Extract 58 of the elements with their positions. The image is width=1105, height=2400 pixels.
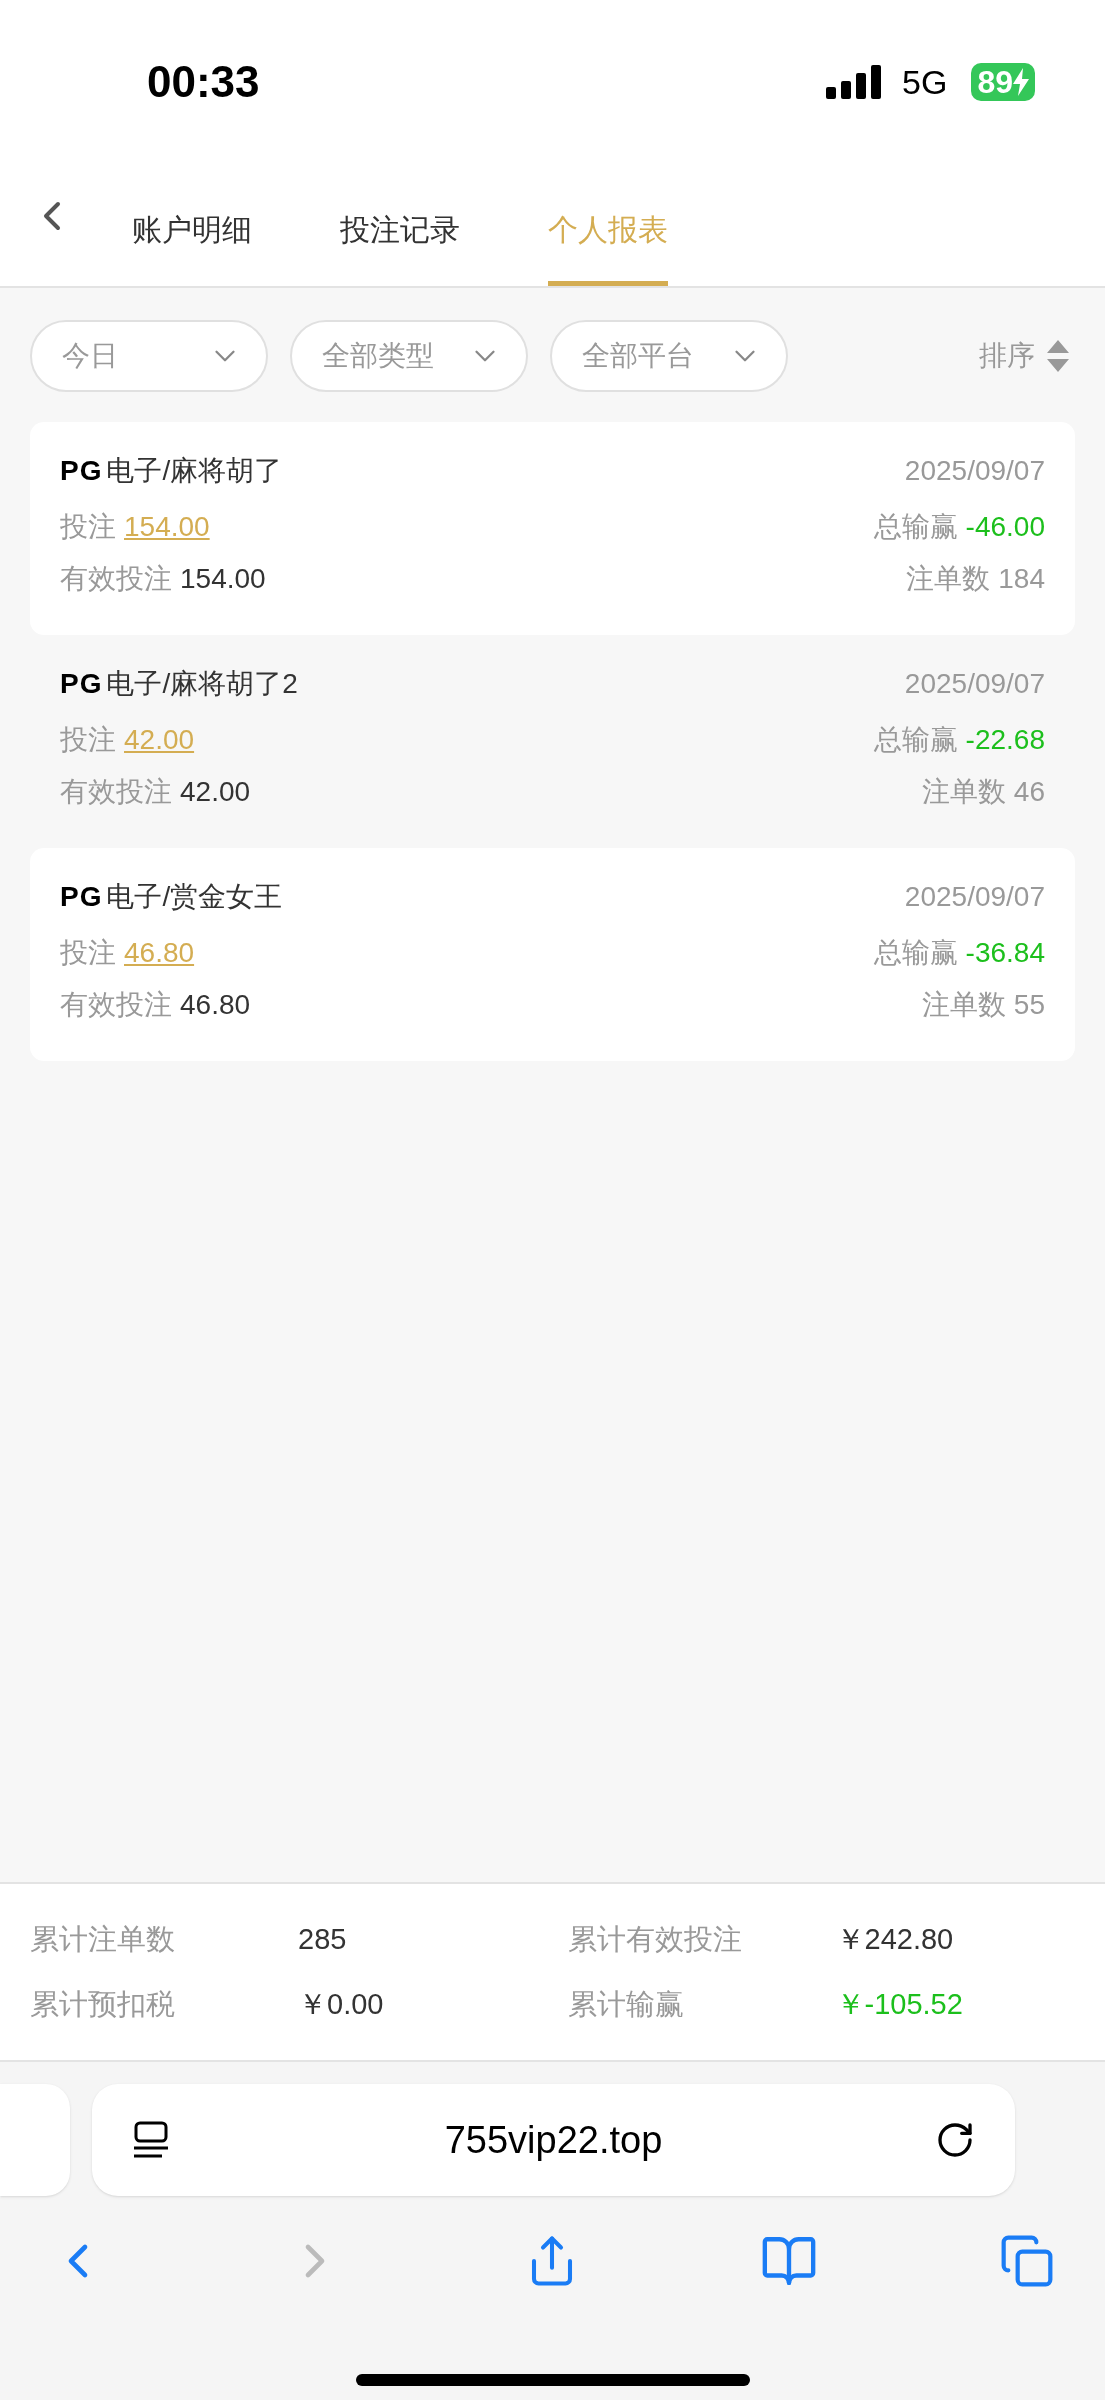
summary-label: 累计有效投注 [567,1921,743,1957]
tab[interactable]: 个人报表 [548,188,668,286]
filter-dropdown[interactable]: 今日 [30,320,268,392]
order-count-label: 注单数 [906,562,991,596]
order-count-value: 46 [1013,775,1045,809]
summary-label: 累计注单数 [30,1921,176,1957]
provider-logo: PG [60,880,103,914]
order-count-value: 55 [1013,988,1045,1022]
bet-label: 投注 [60,936,116,970]
bet-amount-link[interactable]: 42.00 [124,719,195,761]
status-time: 00:33 [147,56,260,108]
bet-amount-link[interactable]: 46.80 [124,932,195,974]
sort-icon [1047,340,1069,372]
battery-indicator: 89 [971,63,1035,101]
signal-icon [826,65,883,99]
valid-bet-label: 有效投注 [60,988,172,1022]
order-count-label: 注单数 [921,988,1006,1022]
valid-bet-label: 有效投注 [60,562,172,596]
game-name: 电子/麻将胡了2 [106,667,298,701]
valid-bet-value: 154.00 [180,562,266,596]
summary-value: ￥0.00 [298,1987,384,2022]
valid-bet-value: 42.00 [180,775,251,809]
winloss-value: -36.84 [965,936,1045,970]
order-count-value: 184 [998,562,1045,596]
record-date: 2025/09/07 [904,454,1045,488]
valid-bet-label: 有效投注 [60,775,172,809]
game-name: 电子/赏金女王 [106,880,283,914]
winloss-label: 总输赢 [873,936,958,970]
reload-icon[interactable] [935,2120,975,2160]
tabs-icon[interactable] [999,2233,1055,2289]
provider-logo: PG [60,667,103,701]
winloss-label: 总输赢 [873,723,958,757]
url-text: 755vip22.top [443,2117,664,2163]
summary-label: 累计预扣税 [30,1987,176,2022]
summary-value: ￥242.80 [835,1921,954,1957]
winloss-value: -22.68 [965,723,1045,757]
tab[interactable]: 账户明细 [132,188,252,286]
filter-dropdown[interactable]: 全部类型 [290,320,528,392]
record-date: 2025/09/07 [904,880,1045,914]
bet-label: 投注 [60,723,116,757]
summary-label: 累计输赢 [567,1987,685,2022]
valid-bet-value: 46.80 [180,988,251,1022]
record-date: 2025/09/07 [904,667,1045,701]
winloss-label: 总输赢 [873,510,958,544]
network-label: 5G [902,61,948,103]
filter-dropdown[interactable]: 全部平台 [550,320,788,392]
winloss-value: -46.00 [965,510,1045,544]
bet-amount-link[interactable]: 154.00 [124,506,210,548]
tab[interactable]: 投注记录 [340,188,460,286]
address-bar[interactable]: 755vip22.top [92,2084,1015,2196]
charging-bolt-icon [1013,68,1029,96]
sort-button[interactable]: 排序 [979,335,1075,377]
summary-value: 285 [298,1921,347,1957]
bet-label: 投注 [60,510,116,544]
provider-logo: PG [60,454,103,488]
order-count-label: 注单数 [921,775,1006,809]
game-name: 电子/麻将胡了 [106,454,283,488]
summary-value: ￥-105.52 [835,1987,963,2022]
